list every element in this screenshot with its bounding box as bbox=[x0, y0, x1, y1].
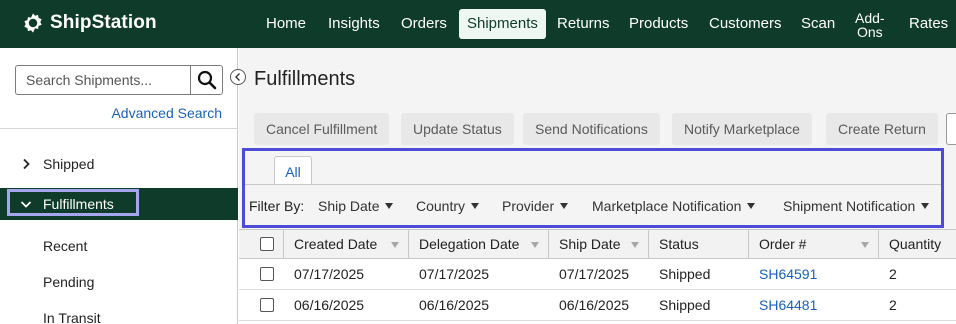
nav-shipments[interactable]: Shipments bbox=[459, 9, 546, 39]
sidebar-subitem-pending[interactable]: Pending bbox=[43, 274, 94, 290]
caret-down-icon bbox=[385, 203, 394, 209]
nav-returns[interactable]: Returns bbox=[557, 9, 610, 39]
cancel-fulfillment-button[interactable]: Cancel Fulfillment bbox=[254, 113, 390, 145]
tab-all[interactable]: All bbox=[274, 156, 312, 184]
main-content: Fulfillments Cancel Fulfillment Update S… bbox=[239, 48, 956, 324]
order-number-link[interactable]: SH64591 bbox=[759, 259, 817, 290]
column-header-label: Status bbox=[659, 236, 699, 252]
app-name: ShipStation bbox=[50, 12, 157, 33]
order-number-link[interactable]: SH64481 bbox=[759, 290, 817, 321]
select-all-cell bbox=[239, 230, 284, 260]
filter-by-label: Filter By: bbox=[249, 198, 305, 214]
column-header-label: Order # bbox=[759, 236, 807, 252]
notify-marketplace-button[interactable]: Notify Marketplace bbox=[672, 113, 812, 145]
search-button[interactable] bbox=[190, 65, 223, 95]
magnifier-icon bbox=[197, 70, 216, 90]
sidebar-subitem-in-transit[interactable]: In Transit bbox=[43, 310, 101, 324]
toolbar-overflow-button[interactable] bbox=[946, 113, 956, 145]
filter-ship-date-dropdown[interactable]: Ship Date bbox=[318, 198, 394, 214]
nav-insights[interactable]: Insights bbox=[328, 9, 380, 39]
column-header-label: Created Date bbox=[294, 236, 378, 252]
column-header-ship-date[interactable]: Ship Date bbox=[549, 230, 649, 260]
filter-shipment-notification-dropdown[interactable]: Shipment Notification bbox=[783, 198, 930, 214]
filter-label-text: Marketplace Notification bbox=[592, 198, 742, 214]
filter-label-text: Ship Date bbox=[318, 198, 380, 214]
nav-rates[interactable]: Rates bbox=[909, 9, 948, 39]
sort-caret-icon bbox=[391, 242, 399, 248]
collapse-sidebar-button[interactable] bbox=[230, 69, 246, 85]
sidebar: Advanced Search Shipped Fulfillments Rec… bbox=[0, 48, 238, 324]
app-logo[interactable]: ShipStation bbox=[22, 12, 157, 34]
column-header-delegation-date[interactable]: Delegation Date bbox=[409, 230, 549, 260]
cell-ship-date: 07/17/2025 bbox=[559, 266, 630, 282]
caret-down-icon bbox=[921, 203, 930, 209]
table-header-row: Created Date Delegation Date Ship Date S… bbox=[239, 229, 956, 260]
cell-delegation-date: 07/17/2025 bbox=[419, 266, 490, 282]
nav-customers[interactable]: Customers bbox=[709, 9, 782, 39]
column-header-label: Ship Date bbox=[559, 236, 621, 252]
cell-quantity: 2 bbox=[889, 297, 897, 313]
cell-delegation-date: 06/16/2025 bbox=[419, 297, 490, 313]
cell-ship-date: 06/16/2025 bbox=[559, 297, 630, 313]
sidebar-divider bbox=[0, 128, 238, 129]
column-header-status[interactable]: Status bbox=[649, 230, 749, 260]
caret-down-icon bbox=[471, 203, 480, 209]
select-all-checkbox[interactable] bbox=[260, 237, 274, 251]
chevron-down-icon bbox=[20, 201, 32, 208]
send-notifications-button[interactable]: Send Notifications bbox=[523, 113, 660, 145]
nav-scan[interactable]: Scan bbox=[801, 9, 835, 39]
column-header-label: Quantity bbox=[889, 236, 942, 252]
column-header-label: Delegation Date bbox=[419, 236, 520, 252]
page-title: Fulfillments bbox=[254, 68, 356, 90]
caret-down-icon bbox=[560, 203, 569, 209]
row-checkbox[interactable] bbox=[260, 267, 274, 281]
filter-provider-dropdown[interactable]: Provider bbox=[502, 198, 569, 214]
row-checkbox[interactable] bbox=[260, 298, 274, 312]
nav-add-ons[interactable]: Add- Ons bbox=[855, 11, 885, 41]
filter-label-text: Provider bbox=[502, 198, 555, 214]
sidebar-item-fulfillments[interactable]: Fulfillments bbox=[0, 188, 238, 220]
top-nav-bar: ShipStation Home Insights Orders Shipmen… bbox=[0, 0, 956, 48]
table-row[interactable]: 06/16/2025 06/16/2025 06/16/2025 Shipped… bbox=[239, 290, 956, 321]
caret-down-icon bbox=[747, 203, 756, 209]
cell-status: Shipped bbox=[659, 297, 711, 313]
sidebar-item-label: Fulfillments bbox=[43, 196, 114, 212]
sidebar-subitem-recent[interactable]: Recent bbox=[43, 238, 87, 254]
filter-marketplace-notification-dropdown[interactable]: Marketplace Notification bbox=[592, 198, 756, 214]
nav-home[interactable]: Home bbox=[266, 9, 306, 39]
fulfillments-table: Created Date Delegation Date Ship Date S… bbox=[239, 229, 956, 324]
chevron-right-icon bbox=[23, 158, 30, 170]
nav-orders[interactable]: Orders bbox=[401, 9, 447, 39]
sort-caret-icon bbox=[861, 242, 869, 248]
search-shipments-input[interactable] bbox=[15, 65, 191, 95]
sidebar-item-label: Shipped bbox=[43, 156, 95, 172]
nav-products[interactable]: Products bbox=[629, 9, 688, 39]
filter-label-text: Shipment Notification bbox=[783, 198, 916, 214]
sidebar-item-shipped[interactable]: Shipped bbox=[0, 148, 238, 180]
table-row[interactable]: 07/17/2025 07/17/2025 07/17/2025 Shipped… bbox=[239, 259, 956, 290]
sort-caret-icon bbox=[631, 242, 639, 248]
cell-created-date: 07/17/2025 bbox=[294, 266, 365, 282]
sort-caret-icon bbox=[531, 242, 539, 248]
filter-label-text: Country bbox=[416, 198, 466, 214]
column-header-quantity[interactable]: Quantity bbox=[879, 230, 956, 260]
chevron-left-icon bbox=[235, 73, 240, 81]
column-header-created-date[interactable]: Created Date bbox=[284, 230, 409, 260]
create-return-button[interactable]: Create Return bbox=[826, 113, 938, 145]
update-status-button[interactable]: Update Status bbox=[401, 113, 514, 145]
cell-quantity: 2 bbox=[889, 266, 897, 282]
gear-logo-icon bbox=[24, 13, 42, 33]
column-header-order-number[interactable]: Order # bbox=[749, 230, 879, 260]
cell-created-date: 06/16/2025 bbox=[294, 297, 365, 313]
filter-country-dropdown[interactable]: Country bbox=[416, 198, 480, 214]
cell-status: Shipped bbox=[659, 266, 711, 282]
advanced-search-link[interactable]: Advanced Search bbox=[0, 105, 222, 121]
